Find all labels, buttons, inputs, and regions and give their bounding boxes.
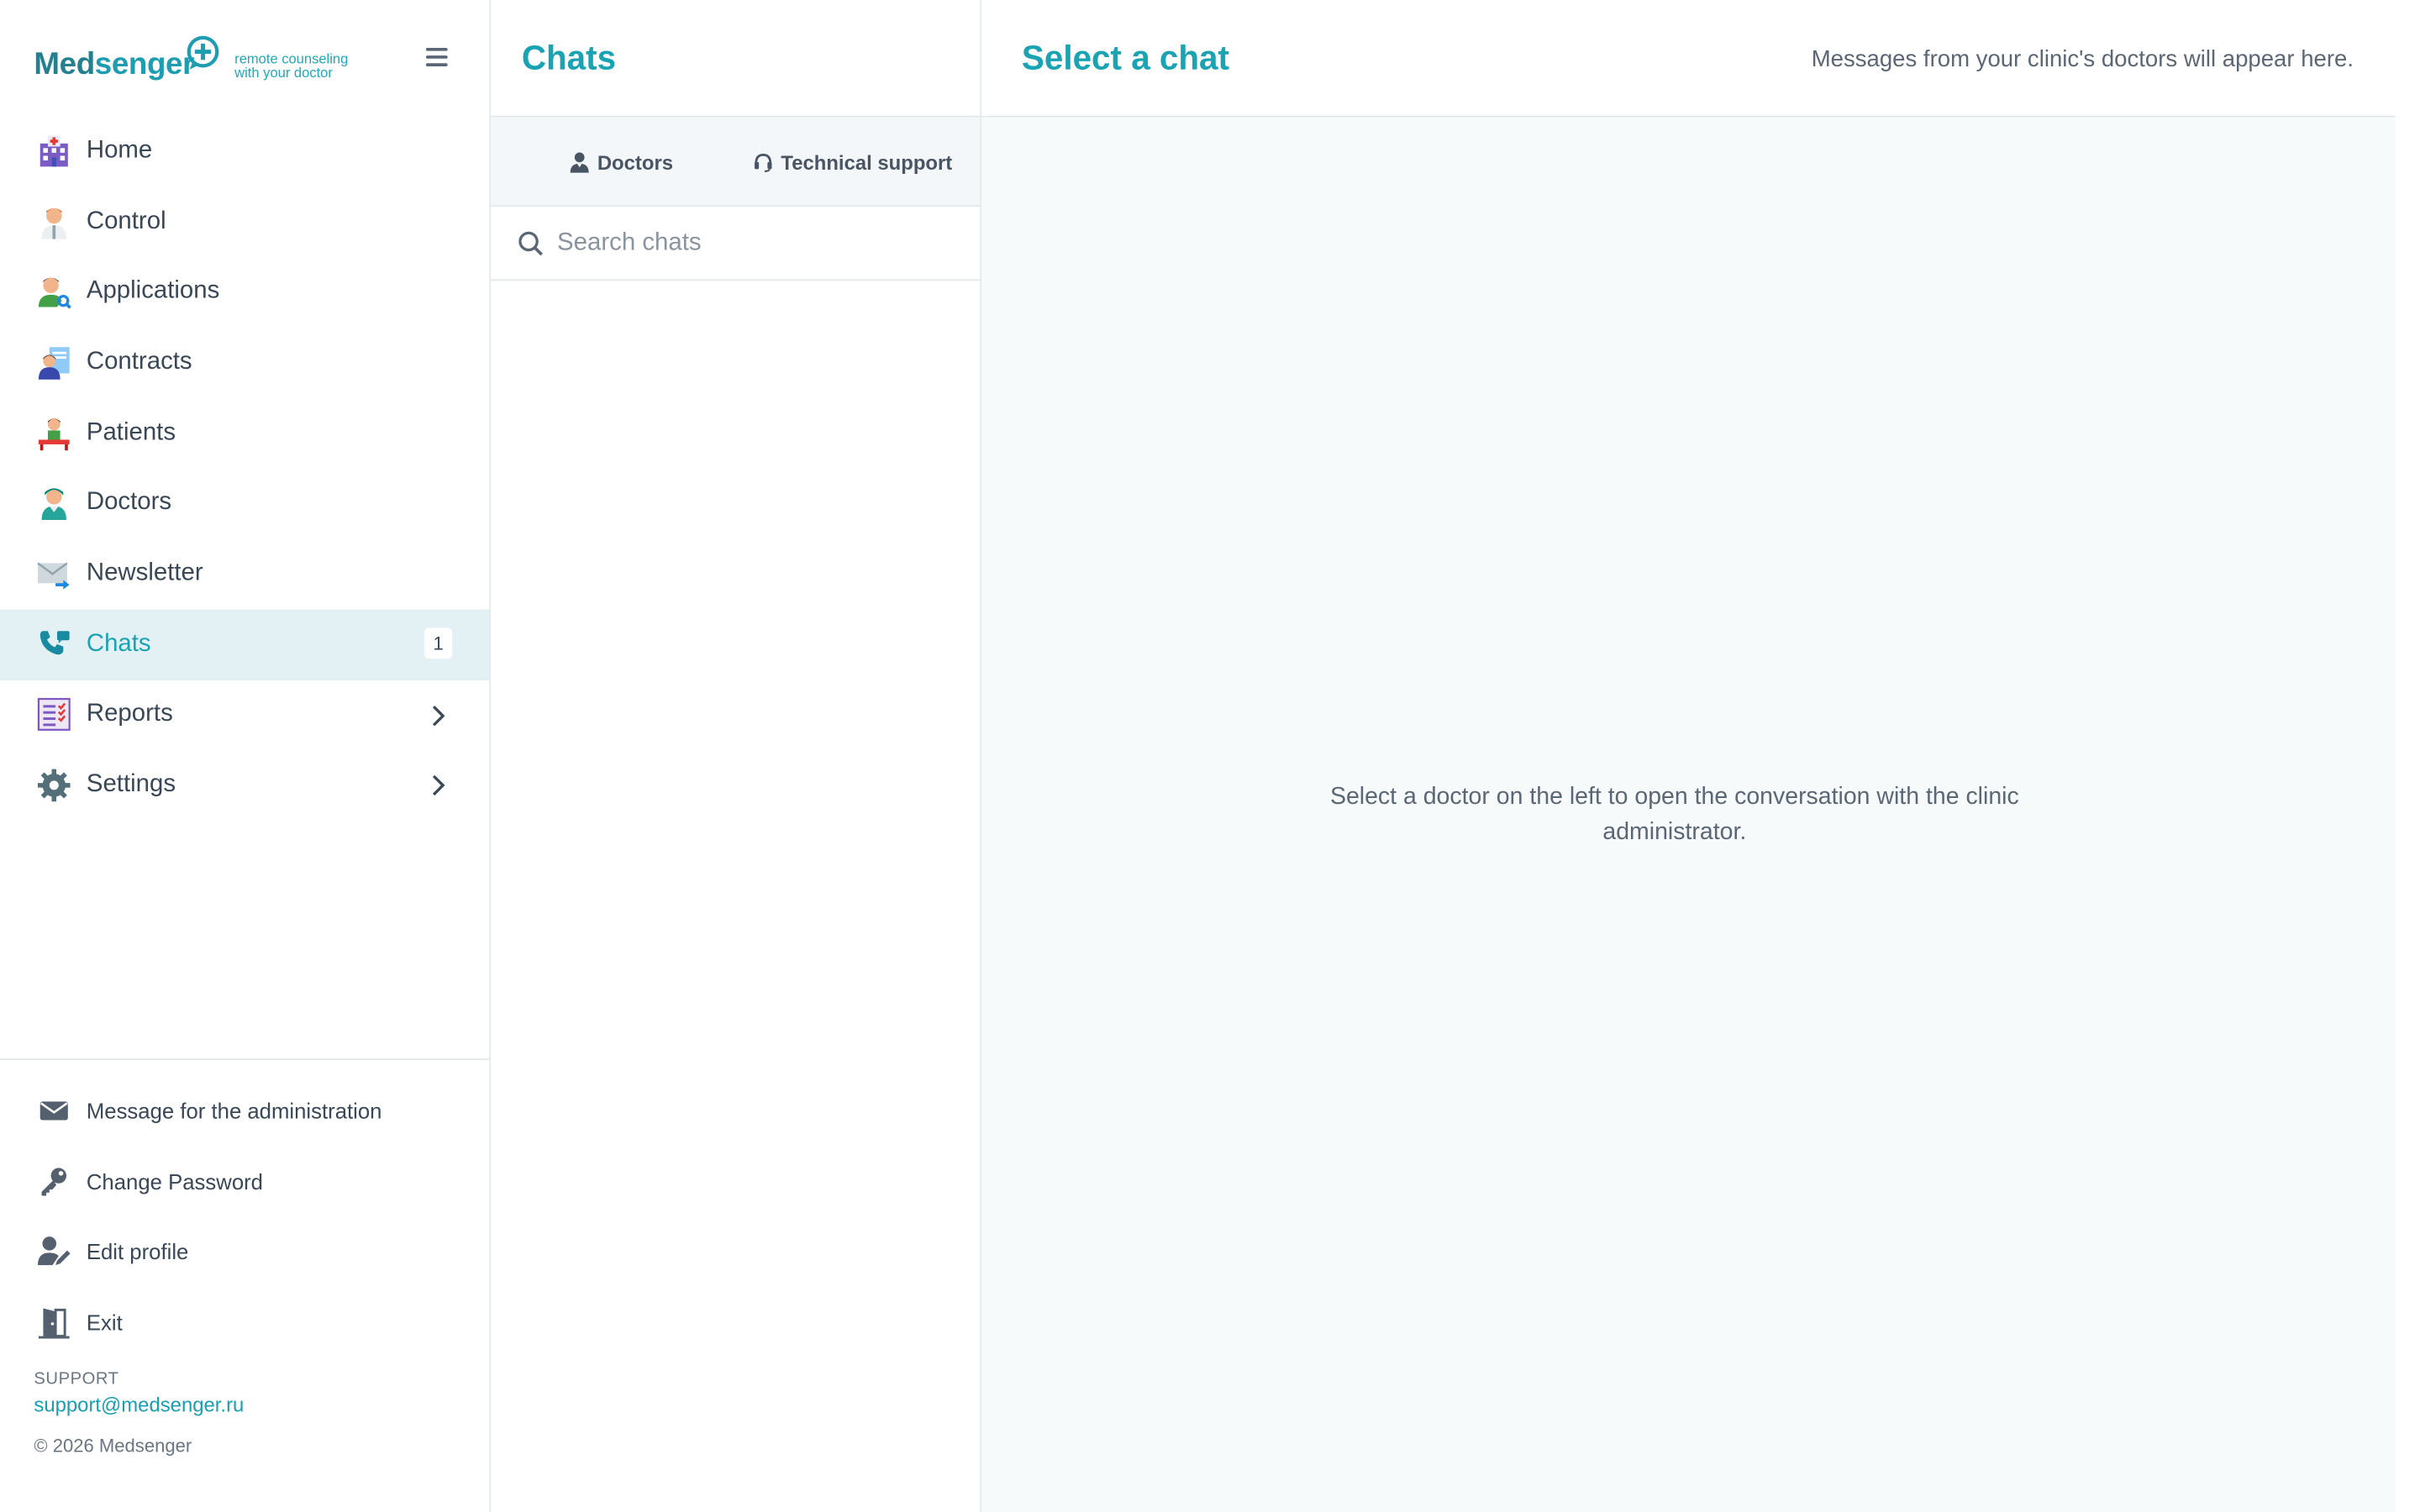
user-search-icon xyxy=(37,275,71,309)
sidebar-item-contracts[interactable]: Contracts xyxy=(0,328,489,398)
search-input[interactable] xyxy=(557,222,959,265)
sidebar-item-home[interactable]: Home xyxy=(0,116,489,186)
gear-icon xyxy=(37,769,71,802)
sidebar-item-reports[interactable]: Reports xyxy=(0,680,489,750)
sidebar-item-label: Settings xyxy=(86,771,176,798)
chat-list-title: Chats xyxy=(521,38,617,77)
link-label: Message for the administration xyxy=(86,1098,382,1123)
tab-label: Technical support xyxy=(781,150,953,174)
sidebar: Medsenger remote counseling with your do… xyxy=(0,0,492,1512)
chat-tabs: Doctors Technical support xyxy=(491,117,981,207)
nurse-icon xyxy=(37,486,71,521)
menu-toggle-icon[interactable] xyxy=(425,47,448,70)
sidebar-item-chats[interactable]: Chats 1 xyxy=(0,609,490,680)
sidebar-item-newsletter[interactable]: Newsletter xyxy=(0,538,489,609)
support-label: SUPPORT xyxy=(34,1370,119,1389)
chat-header: Select a chat Messages from your clinic'… xyxy=(981,0,2396,118)
brand-tagline: remote counseling with your doctor xyxy=(234,52,348,78)
page-subtitle: Messages from your clinic's doctors will… xyxy=(1811,46,2354,73)
patient-icon xyxy=(37,416,71,450)
sidebar-item-doctors[interactable]: Doctors xyxy=(0,468,489,538)
edit-profile-link[interactable]: Edit profile xyxy=(0,1216,489,1287)
sidebar-item-label: Doctors xyxy=(86,489,172,516)
sidebar-nav: Home Control Applications Contracts Pati… xyxy=(0,116,490,821)
contract-icon xyxy=(37,345,71,380)
sidebar-item-label: Chats xyxy=(86,630,151,657)
tab-doctors[interactable]: Doctors xyxy=(570,118,673,207)
tab-technical-support[interactable]: Technical support xyxy=(753,118,952,207)
brand-tagline-line2: with your doctor xyxy=(234,64,333,80)
window-edge xyxy=(2395,0,2420,1512)
sidebar-item-label: Reports xyxy=(86,701,173,727)
sidebar-item-control[interactable]: Control xyxy=(0,186,489,257)
tab-label: Doctors xyxy=(597,150,674,174)
sidebar-item-applications[interactable]: Applications xyxy=(0,257,489,328)
chevron-right-icon xyxy=(432,775,445,796)
key-icon xyxy=(37,1164,71,1198)
support-email-link[interactable]: support@medsenger.ru xyxy=(34,1394,244,1417)
account-links: Message for the administration Change Pa… xyxy=(0,1075,489,1357)
page-title: Select a chat xyxy=(1021,38,1229,77)
exit-link[interactable]: Exit xyxy=(0,1287,489,1357)
chat-search-bar xyxy=(491,207,981,281)
message-administration-link[interactable]: Message for the administration xyxy=(0,1075,489,1146)
empty-state-message: Select a doctor on the left to open the … xyxy=(1329,784,2019,846)
report-list-icon xyxy=(37,698,71,732)
link-label: Exit xyxy=(86,1310,123,1335)
unread-badge: 1 xyxy=(424,627,453,659)
sidebar-item-settings[interactable]: Settings xyxy=(0,750,489,821)
logo-plus-icon xyxy=(187,35,219,70)
headset-icon xyxy=(755,153,772,172)
brand-name-part2: senger xyxy=(94,47,195,82)
copyright-text: © 2026 Medsenger xyxy=(34,1435,192,1457)
brand-name: Medsenger xyxy=(34,48,194,83)
hospital-icon xyxy=(37,134,71,168)
sidebar-item-label: Contracts xyxy=(86,348,192,375)
brand-logo[interactable]: Medsenger remote counseling with your do… xyxy=(34,34,460,89)
link-label: Edit profile xyxy=(86,1239,189,1264)
envelope-icon xyxy=(37,1094,71,1127)
sidebar-item-label: Home xyxy=(86,137,153,164)
app-root: Medsenger remote counseling with your do… xyxy=(0,0,2420,1512)
chat-main-pane: Select a chat Messages from your clinic'… xyxy=(981,0,2396,1512)
brand-name-part1: Med xyxy=(34,47,95,82)
chat-list-header: Chats xyxy=(491,0,981,118)
change-password-link[interactable]: Change Password xyxy=(0,1146,489,1216)
sidebar-divider xyxy=(0,1058,490,1060)
envelope-send-icon xyxy=(37,557,71,591)
sidebar-item-label: Control xyxy=(86,207,166,234)
chevron-right-icon xyxy=(432,705,445,726)
sidebar-item-label: Patients xyxy=(86,418,176,446)
sidebar-item-label: Applications xyxy=(86,278,220,305)
sidebar-item-patients[interactable]: Patients xyxy=(0,397,489,468)
link-label: Change Password xyxy=(86,1168,263,1194)
sidebar-item-label: Newsletter xyxy=(86,559,203,586)
chat-list-panel: Chats Doctors Technical support xyxy=(491,0,982,1512)
search-icon xyxy=(518,231,543,256)
door-exit-icon xyxy=(37,1305,71,1339)
user-edit-icon xyxy=(37,1235,71,1268)
phone-chat-icon xyxy=(37,627,71,661)
doctor-icon xyxy=(37,204,71,239)
brand-tagline-line1: remote counseling xyxy=(234,50,349,66)
user-icon xyxy=(570,152,589,173)
